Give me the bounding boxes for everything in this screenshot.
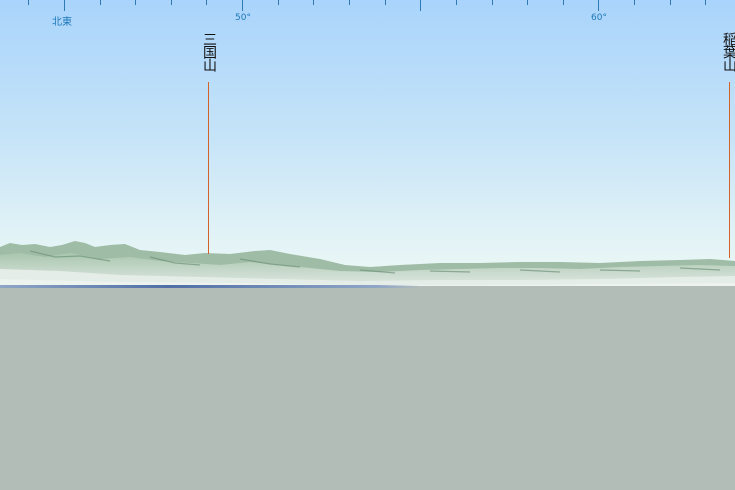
peak-label-mikuniyama[interactable]: 三国山 <box>201 32 217 71</box>
horizon-line <box>0 285 420 288</box>
compass-tick <box>527 0 528 5</box>
compass-tick <box>278 0 279 5</box>
mountain-terrain <box>0 241 735 290</box>
compass-tick <box>28 0 29 5</box>
peak-marker-line <box>729 82 730 258</box>
compass-degree-label: 50° <box>235 13 251 23</box>
compass-tick <box>456 0 457 5</box>
compass-tick-major <box>598 0 599 11</box>
compass-tick <box>135 0 136 5</box>
compass-tick <box>349 0 350 5</box>
panorama-viewport[interactable]: 北東 50° 60° 三国山 稲葉山 <box>0 0 735 490</box>
peak-label-inabayama[interactable]: 稲葉山 <box>721 32 735 71</box>
compass-tick-major <box>420 0 421 11</box>
compass-tick <box>705 0 706 5</box>
compass-tick <box>171 0 172 5</box>
compass-degree-label: 60° <box>591 13 607 23</box>
compass-tick <box>313 0 314 5</box>
compass-tick <box>100 0 101 5</box>
compass-tick <box>670 0 671 5</box>
compass-scale: 北東 50° 60° <box>0 0 735 30</box>
peak-marker-line <box>208 82 209 254</box>
compass-tick <box>206 0 207 5</box>
compass-tick-major <box>64 0 65 11</box>
compass-tick <box>385 0 386 5</box>
ground-plane <box>0 286 735 490</box>
compass-tick <box>634 0 635 5</box>
compass-tick <box>492 0 493 5</box>
compass-tick <box>563 0 564 5</box>
compass-tick-major <box>242 0 243 11</box>
compass-direction-label: 北東 <box>52 17 72 28</box>
